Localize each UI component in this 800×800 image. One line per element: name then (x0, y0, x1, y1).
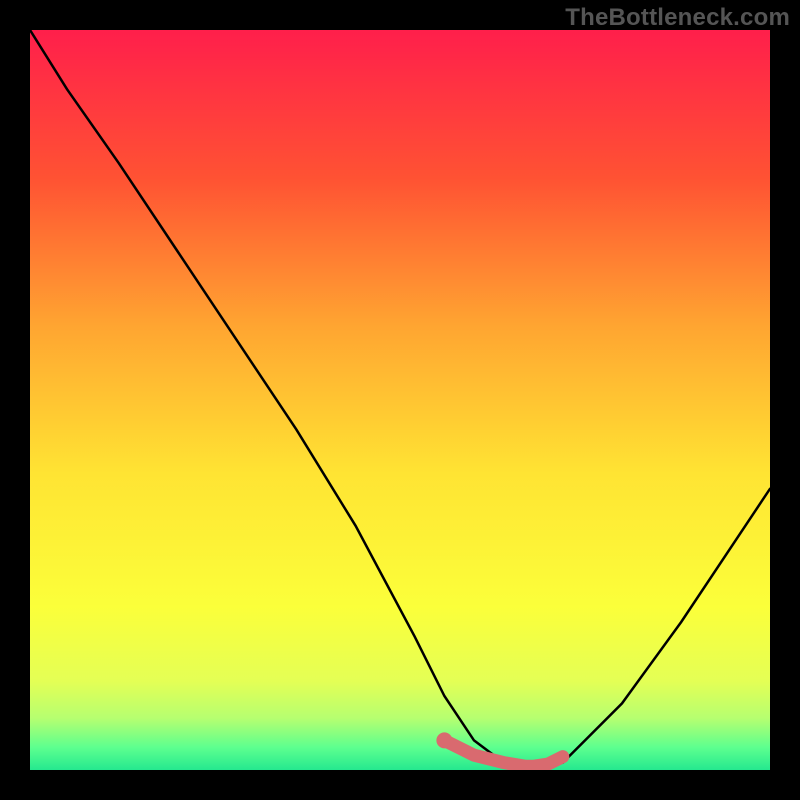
chart-container: TheBottleneck.com (0, 0, 800, 800)
optimal-range-dot (436, 732, 452, 748)
watermark-text: TheBottleneck.com (565, 4, 790, 32)
bottleneck-chart (30, 30, 770, 770)
chart-background (30, 30, 770, 770)
